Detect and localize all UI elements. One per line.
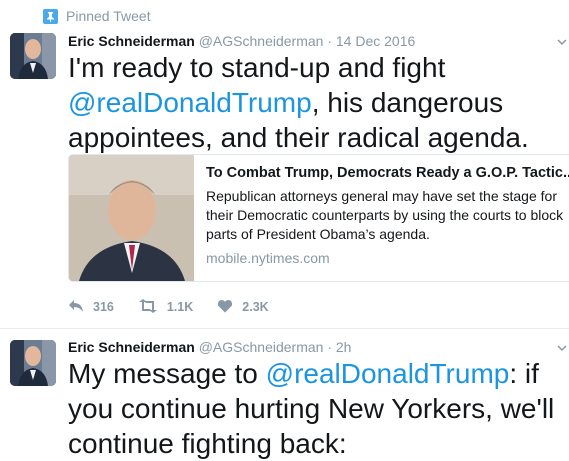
link-card[interactable]: To Combat Trump, Democrats Ready a G.O.P… bbox=[68, 154, 569, 282]
separator: · bbox=[327, 33, 332, 49]
card-domain: mobile.nytimes.com bbox=[206, 250, 330, 266]
tweet-text: I'm ready to stand-up and fight @realDon… bbox=[68, 50, 563, 155]
retweet-count: 1.1K bbox=[166, 300, 194, 314]
retweet-icon bbox=[138, 298, 158, 316]
card-description: Republican attorneys general may have se… bbox=[206, 188, 564, 242]
tweet[interactable]: Eric Schneiderman @AGSchneiderman · 2h M… bbox=[0, 329, 569, 459]
avatar[interactable] bbox=[10, 340, 56, 386]
author-name[interactable]: Eric Schneiderman bbox=[68, 339, 195, 355]
chevron-down-icon[interactable] bbox=[557, 34, 567, 46]
mention-link[interactable]: @realDonaldTrump bbox=[68, 87, 312, 118]
avatar[interactable] bbox=[10, 33, 56, 79]
like-count: 2.3K bbox=[242, 300, 269, 314]
retweet-button[interactable]: 1.1K bbox=[138, 298, 194, 316]
tweet-text-part: I'm ready to stand-up and fight bbox=[68, 52, 446, 83]
tweet-text: My message to @realDonaldTrump: if you c… bbox=[68, 356, 563, 461]
tweet-pinned[interactable]: Eric Schneiderman @AGSchneiderman · 14 D… bbox=[0, 0, 569, 328]
timestamp[interactable]: 2h bbox=[336, 339, 352, 355]
card-title[interactable]: To Combat Trump, Democrats Ready a G.O.P… bbox=[206, 165, 569, 181]
tweet-header: Eric Schneiderman @AGSchneiderman · 2h bbox=[68, 339, 351, 355]
mention-link[interactable]: @realDonaldTrump bbox=[266, 358, 510, 389]
like-button[interactable]: 2.3K bbox=[217, 299, 269, 316]
card-image bbox=[69, 155, 194, 281]
card-body: To Combat Trump, Democrats Ready a G.O.P… bbox=[206, 165, 569, 266]
tweet-header: Eric Schneiderman @AGSchneiderman · 14 D… bbox=[68, 33, 415, 49]
author-handle[interactable]: @AGSchneiderman bbox=[199, 33, 324, 49]
reply-count: 316 bbox=[93, 300, 114, 314]
tweet-text-part: My message to bbox=[68, 358, 266, 389]
reply-button[interactable]: 316 bbox=[68, 299, 114, 316]
chevron-down-icon[interactable] bbox=[557, 340, 567, 352]
like-icon bbox=[217, 299, 233, 316]
author-name[interactable]: Eric Schneiderman bbox=[68, 33, 195, 49]
reply-icon bbox=[68, 299, 84, 316]
timestamp[interactable]: 14 Dec 2016 bbox=[336, 33, 415, 49]
tweet-actions: 316 1.1K 2.3K bbox=[68, 297, 293, 317]
author-handle[interactable]: @AGSchneiderman bbox=[199, 339, 324, 355]
separator: · bbox=[327, 339, 332, 355]
